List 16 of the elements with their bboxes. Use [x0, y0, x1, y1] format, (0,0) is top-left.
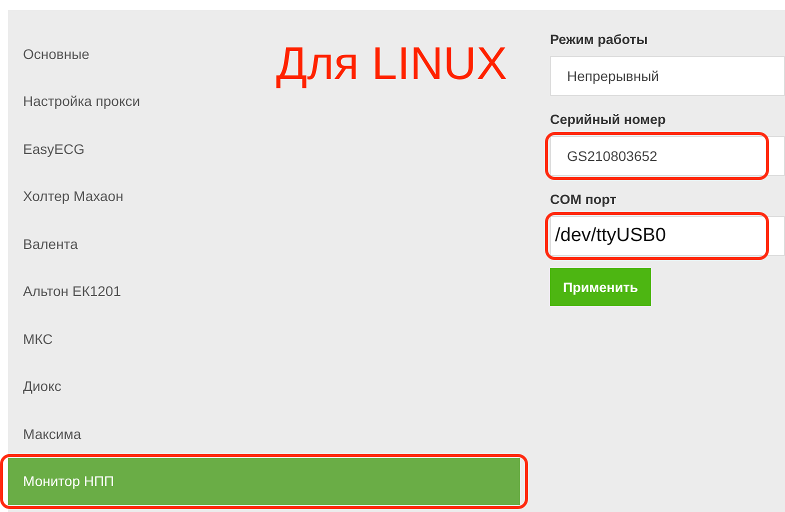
field-label: COM порт	[550, 192, 618, 207]
sidebar-item[interactable]: МКС	[8, 315, 63, 362]
sidebar-item[interactable]: Максима	[8, 410, 92, 458]
input-field[interactable]: GS210803652	[550, 136, 785, 176]
field-label: Режим работы	[550, 32, 649, 47]
sidebar-item[interactable]: Альтон ЕК1201	[8, 268, 132, 315]
input-field[interactable]: /dev/ttyUSB0	[550, 216, 785, 256]
annotation-text: Для LINUX	[276, 36, 508, 90]
input-field[interactable]: Непрерывный	[550, 56, 785, 96]
field-label: Серийный номер	[550, 112, 667, 127]
sidebar-item[interactable]: EasyECG	[8, 125, 94, 172]
sidebar-item[interactable]: Настройка прокси	[8, 78, 150, 125]
sidebar-item[interactable]: Холтер Махаон	[8, 172, 134, 220]
sidebar-item[interactable]: Диокс	[8, 362, 72, 410]
sidebar-item[interactable]: Валента	[8, 220, 88, 268]
sidebar-item[interactable]: Основные	[8, 30, 100, 78]
